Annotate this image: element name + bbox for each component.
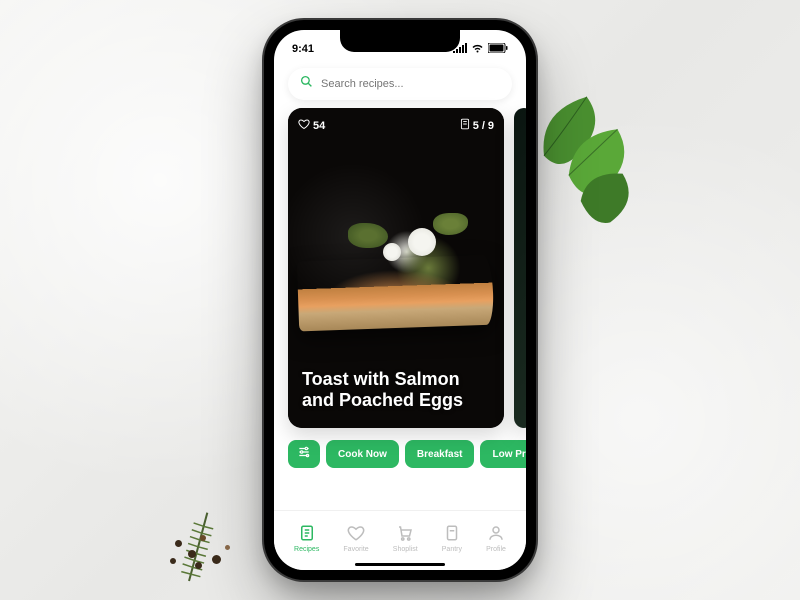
filter-chip-low-price[interactable]: Low Price (480, 440, 526, 468)
tab-label: Pantry (442, 546, 462, 553)
pantry-icon (460, 118, 470, 133)
tab-label: Shoplist (393, 546, 418, 553)
status-time: 9:41 (292, 43, 314, 55)
recipe-card-next[interactable] (514, 108, 526, 428)
filter-chip-breakfast[interactable]: Breakfast (405, 440, 475, 468)
recipes-icon (298, 524, 316, 544)
recipe-title: Toast with Salmon and Poached Eggs (302, 369, 484, 412)
search-input[interactable] (321, 78, 500, 90)
sliders-icon (297, 445, 311, 464)
tab-label: Profile (486, 546, 506, 553)
cart-icon (396, 524, 414, 544)
tab-shoplist[interactable]: Shoplist (393, 524, 418, 553)
phone-screen: 9:41 (274, 30, 526, 570)
heart-icon (347, 524, 365, 544)
tab-profile[interactable]: Profile (486, 524, 506, 553)
search-icon (300, 75, 313, 93)
likes-count[interactable]: 54 (298, 118, 325, 133)
phone-notch (340, 30, 460, 52)
heart-icon (298, 118, 310, 133)
ingredients-count: 5/9 (460, 118, 494, 133)
filter-settings-button[interactable] (288, 440, 320, 468)
tab-label: Recipes (294, 546, 319, 553)
profile-icon (487, 524, 505, 544)
search-bar[interactable] (288, 68, 512, 100)
battery-icon (488, 43, 508, 56)
home-indicator[interactable] (355, 563, 445, 566)
filter-chip-cook-now[interactable]: Cook Now (326, 440, 399, 468)
tab-pantry[interactable]: Pantry (442, 524, 462, 553)
recipe-card[interactable]: 54 5/9 Toast with Salmon and Poached Egg… (288, 108, 504, 428)
filter-row: Cook Now Breakfast Low Price (274, 428, 526, 480)
tab-bar: Recipes Favorite Shoplist Pantry (274, 510, 526, 570)
pantry-icon (443, 524, 461, 544)
phone-frame: 9:41 (264, 20, 536, 580)
wifi-icon (471, 43, 484, 56)
tab-label: Favorite (343, 546, 368, 553)
tab-favorite[interactable]: Favorite (343, 524, 368, 553)
tab-recipes[interactable]: Recipes (294, 524, 319, 553)
